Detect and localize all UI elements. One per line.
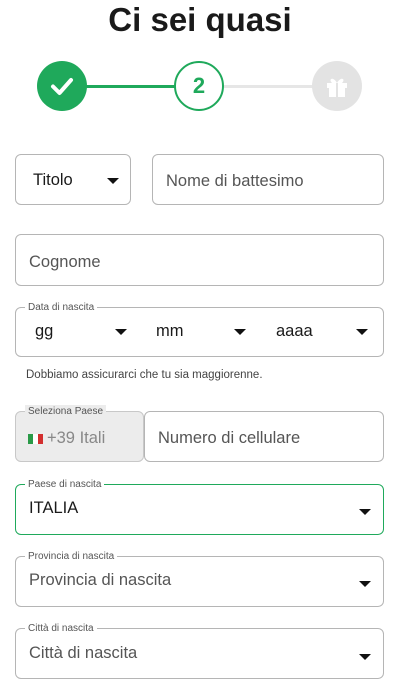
italy-flag-icon (28, 433, 43, 444)
birth-province-select[interactable]: Provincia di nascita Provincia di nascit… (15, 550, 384, 607)
gift-icon (327, 78, 347, 97)
chevron-down-icon (107, 178, 119, 184)
birth-day-select[interactable]: gg (16, 308, 136, 356)
chevron-down-icon (115, 329, 127, 335)
country-code-value: +39 Itali (47, 429, 106, 447)
last-name-field[interactable]: Cognome (15, 234, 384, 286)
first-name-field[interactable]: Nome di battesimo (152, 154, 384, 205)
step-completed (37, 61, 87, 111)
chevron-down-icon (359, 654, 371, 660)
chevron-down-icon (356, 329, 368, 335)
birth-month-value: mm (156, 322, 184, 340)
birth-country-select[interactable]: Paese di nascita ITALIA (15, 478, 384, 535)
country-code-legend: Seleziona Paese (25, 405, 107, 418)
stepper-remaining-line (224, 85, 316, 88)
mobile-number-placeholder: Numero di cellulare (158, 429, 301, 447)
birth-city-placeholder: Città di nascita (29, 644, 138, 662)
birth-city-legend: Città di nascita (25, 622, 97, 635)
step-current: 2 (174, 61, 224, 111)
last-name-placeholder: Cognome (29, 253, 101, 271)
first-name-placeholder: Nome di battesimo (166, 172, 304, 190)
birth-city-select[interactable]: Città di nascita Città di nascita (15, 622, 384, 679)
mobile-number-field[interactable]: Numero di cellulare (144, 411, 384, 462)
birth-country-value: ITALIA (29, 499, 79, 517)
stepper-progress-line (84, 85, 178, 88)
title-select[interactable]: Titolo (15, 154, 131, 205)
chevron-down-icon (359, 509, 371, 515)
birth-date-group: Data di nascita gg mm aaaa (15, 301, 384, 357)
step-reward (312, 61, 362, 111)
birth-year-value: aaaa (276, 322, 313, 340)
birth-province-placeholder: Provincia di nascita (29, 571, 172, 589)
birth-month-select[interactable]: mm (141, 308, 251, 356)
country-code-select[interactable]: Seleziona Paese +39 Itali (15, 405, 144, 462)
birth-country-legend: Paese di nascita (25, 478, 105, 491)
title-select-value: Titolo (33, 171, 73, 189)
birth-day-value: gg (35, 322, 54, 340)
chevron-down-icon (359, 581, 371, 587)
birth-year-select[interactable]: aaaa (261, 308, 383, 356)
country-code-display: +39 Itali (28, 429, 105, 448)
age-hint: Dobbiamo assicurarci che tu sia maggiore… (26, 369, 263, 381)
birth-province-legend: Provincia di nascita (25, 550, 118, 563)
page-title: Ci sei quasi (108, 1, 292, 38)
checkmark-icon (51, 78, 73, 95)
chevron-down-icon (234, 329, 246, 335)
